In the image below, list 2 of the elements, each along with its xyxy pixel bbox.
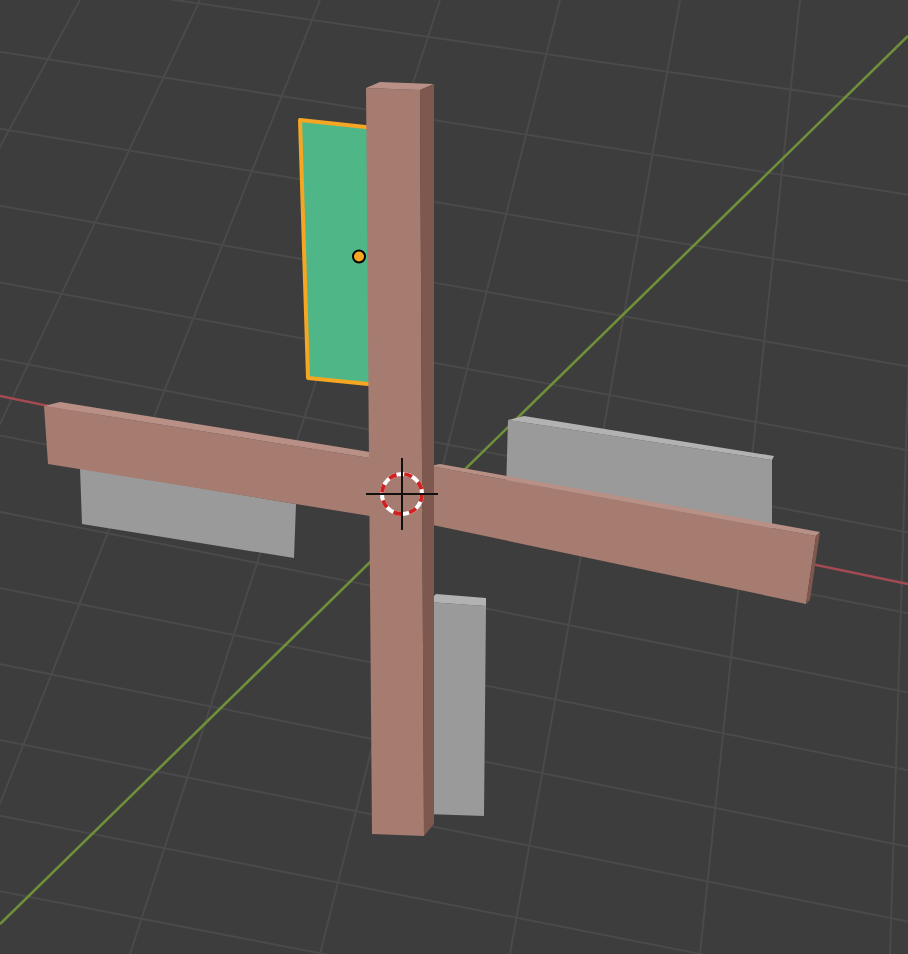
origin-dot: [352, 249, 366, 264]
cursor-icon: [365, 457, 439, 531]
